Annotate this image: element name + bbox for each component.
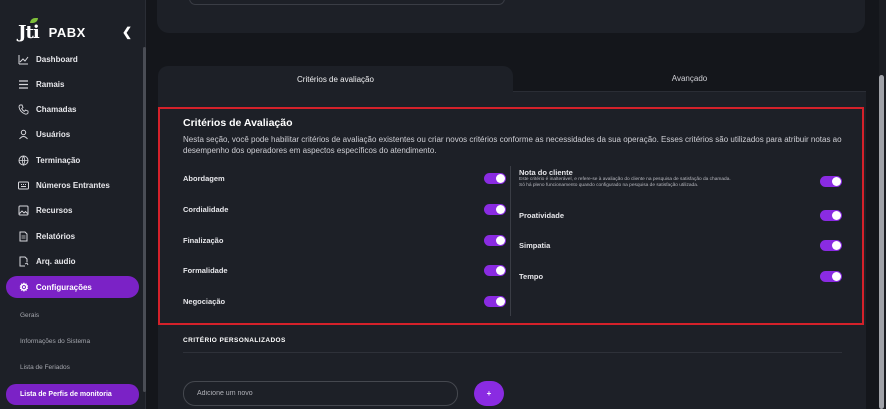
main-scrollbar-thumb[interactable]: [879, 75, 884, 409]
criteria-title: Critérios de Avaliação: [183, 117, 293, 129]
gear-icon: ⚙: [19, 281, 29, 294]
sidebar-item-label: Usuários: [36, 129, 71, 139]
new-criterion-input[interactable]: [183, 381, 458, 406]
sidebar-item-numeros-entrantes[interactable]: Números Entrantes: [18, 175, 110, 195]
keypad-icon: [18, 180, 29, 191]
sidebar-item-chamadas[interactable]: Chamadas: [18, 99, 76, 119]
logo: Jti PABX: [18, 18, 86, 43]
criterion-label-simpatia: Simpatia: [519, 241, 551, 250]
tab-avancado[interactable]: Avançado: [513, 66, 866, 92]
criterion-label-abordagem: Abordagem: [183, 174, 225, 183]
globe-icon: [18, 155, 29, 166]
sidebar-item-label: Dashboard: [36, 54, 78, 64]
document-icon: [18, 231, 29, 242]
toggle-negociacao[interactable]: [484, 296, 506, 307]
add-criterion-button[interactable]: +: [474, 381, 504, 406]
sidebar-scrollbar[interactable]: [143, 47, 146, 392]
custom-criteria-title: CRITÉRIO PERSONALIZADOS: [183, 337, 286, 344]
sidebar-subitem-gerais[interactable]: Gerais: [20, 312, 39, 319]
nota-cliente-description: Este critério é inalterável, e refere-se…: [519, 177, 759, 189]
tabs: Critérios de avaliação Avançado: [158, 66, 866, 92]
sidebar-item-label: Arq. audio: [36, 256, 76, 266]
sidebar-subitem-informacoes-sistema[interactable]: Informações do Sistema: [20, 338, 90, 345]
top-input[interactable]: [189, 0, 505, 5]
toggle-cordialidade[interactable]: [484, 204, 506, 215]
toggle-abordagem[interactable]: [484, 173, 506, 184]
section-divider: [183, 352, 842, 353]
collapse-sidebar-icon[interactable]: ❮: [122, 25, 132, 39]
criterion-label-nota-cliente: Nota do cliente: [519, 168, 573, 177]
sidebar-item-label: Relatórios: [36, 231, 76, 241]
sidebar-subitem-lista-feriados[interactable]: Lista de Feriados: [20, 364, 70, 371]
audio-file-icon: [18, 256, 29, 267]
chart-icon: [18, 54, 29, 65]
sidebar-item-recursos[interactable]: Recursos: [18, 200, 72, 220]
toggle-tempo[interactable]: [820, 271, 842, 282]
user-icon: [18, 129, 29, 140]
gallery-icon: [18, 205, 29, 216]
brand-logo: Jti: [18, 18, 40, 43]
sidebar-item-ramais[interactable]: Ramais: [18, 74, 64, 94]
nota-cliente-desc-line-2: Só há pleno funcionamento quando configu…: [519, 183, 699, 188]
sidebar-item-label: Ramais: [36, 79, 65, 89]
sidebar-item-dashboard[interactable]: Dashboard: [18, 49, 78, 69]
product-name: PABX: [48, 25, 86, 40]
toggle-simpatia[interactable]: [820, 240, 842, 251]
toggle-nota-cliente[interactable]: [820, 176, 842, 187]
toggle-formalidade[interactable]: [484, 265, 506, 276]
sidebar-item-usuarios[interactable]: Usuários: [18, 124, 70, 144]
sidebar-item-arq-audio[interactable]: Arq. audio: [18, 251, 76, 271]
criterion-label-negociacao: Negociação: [183, 297, 226, 306]
phone-icon: [18, 104, 29, 115]
sidebar-item-label: Terminação: [36, 155, 81, 165]
column-divider: [510, 166, 511, 316]
sidebar-item-relatorios[interactable]: Relatórios: [18, 226, 75, 246]
criterion-label-finalizacao: Finalização: [183, 236, 224, 245]
criterion-label-proatividade: Proatividade: [519, 211, 565, 220]
brand-name: Jti: [18, 22, 40, 43]
sidebar-item-configuracoes[interactable]: ⚙ Configurações: [6, 276, 139, 298]
toggle-finalizacao[interactable]: [484, 235, 506, 246]
sidebar-item-label: Configurações: [35, 282, 92, 292]
sidebar-item-terminacao[interactable]: Terminação: [18, 150, 80, 170]
list-icon: [18, 79, 29, 90]
criterion-label-formalidade: Formalidade: [183, 266, 228, 275]
criteria-description: Nesta seção, você pode habilitar critéri…: [183, 135, 842, 155]
sidebar-item-label: Recursos: [36, 205, 73, 215]
toggle-proatividade[interactable]: [820, 210, 842, 221]
sidebar-subitem-lista-perfis-monitoria[interactable]: Lista de Perfis de monitoria: [6, 384, 139, 405]
criterion-label-cordialidade: Cordialidade: [183, 205, 229, 214]
criterion-label-tempo: Tempo: [519, 272, 544, 281]
tab-criterios[interactable]: Critérios de avaliação: [158, 66, 513, 92]
sidebar-item-label: Chamadas: [36, 104, 77, 114]
sidebar-item-label: Números Entrantes: [36, 180, 110, 190]
